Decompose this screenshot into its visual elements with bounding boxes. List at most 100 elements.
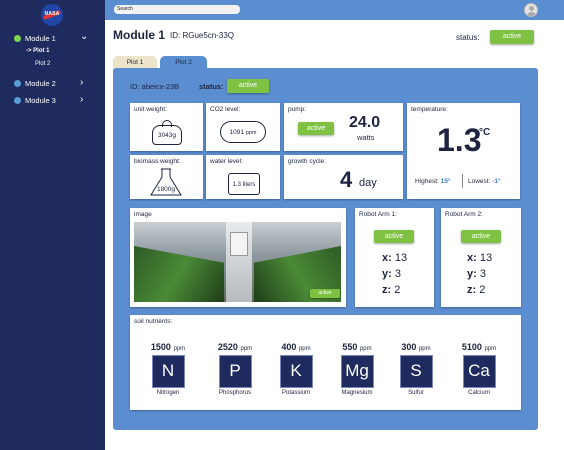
nutrient-symbol: Ca (462, 355, 496, 388)
card-label: unit weight: (134, 106, 167, 113)
nutrient-symbol: K (279, 355, 313, 388)
weight-icon: 3043g (152, 125, 182, 145)
arm-2-x: x: 13 (467, 252, 493, 264)
module-id: ID: RGue5cn-33Q (170, 31, 235, 40)
sidebar-item-module-2[interactable]: Module 2 (14, 79, 56, 88)
flask-icon: 1800g (149, 168, 183, 196)
arm-2-status-badge[interactable]: active (461, 230, 501, 243)
nutrient-value: 5100 ppm (461, 342, 497, 352)
temperature-lowest: Lowest: -1° (468, 178, 501, 185)
status-dot-icon (14, 80, 21, 87)
nasa-logo[interactable]: NASA (41, 4, 63, 26)
sidebar-item-label: Module 3 (25, 96, 56, 105)
nutrient-magnesium: 550 ppm Mg Magnesium (327, 342, 387, 396)
sidebar-subitem-plot-1[interactable]: -> Plot 1 (26, 48, 50, 54)
sidebar-subitem-plot-2[interactable]: Plot 2 (35, 61, 50, 67)
sidebar-item-label: Module 2 (25, 79, 56, 88)
robot-arm-2-card: Robot Arm 2: active x: 13 y: 3 z: 2 (441, 208, 521, 307)
nutrient-name: Sulfur (408, 390, 424, 396)
nutrient-name: Calcium (468, 390, 490, 396)
nutrient-symbol: N (151, 355, 185, 388)
unit-weight-unit: g (172, 132, 177, 139)
pump-status-badge[interactable]: active (298, 122, 334, 135)
plot-status-label: status: (199, 82, 224, 91)
nutrient-name: Phosphorus (218, 390, 252, 396)
card-label: CO2 level: (210, 106, 241, 113)
nutrient-value: 400 ppm (281, 342, 311, 352)
status-label: status: (456, 33, 480, 42)
temperature-highest: Highest: 15° (415, 178, 451, 185)
search-input[interactable]: Search (114, 5, 240, 14)
nutrient-potassium: 400 ppm K Potassium (266, 342, 326, 396)
divider (462, 174, 463, 188)
status-dot-icon (14, 35, 21, 42)
chevron-right-icon[interactable]: › (80, 77, 83, 88)
highest-label: Highest: (415, 178, 439, 185)
chevron-down-icon[interactable]: ⌄ (80, 31, 88, 42)
sidebar-item-label: Module 1 (25, 34, 56, 43)
nutrient-name: Potassium (281, 390, 310, 396)
nutrient-value: 1500 ppm (150, 342, 186, 352)
temperature-value: 1.3 (437, 122, 482, 158)
pump-card: pump: active 24.0 watts (284, 103, 403, 151)
pump-unit: watts (357, 133, 375, 142)
water-tank-icon: 1.3 liters (228, 173, 260, 195)
sidebar-item-module-3[interactable]: Module 3 (14, 96, 56, 105)
water-value: 1.3 (232, 182, 241, 188)
arm-1-y: y: 3 (382, 268, 401, 280)
card-label: biomass weight: (134, 158, 181, 165)
card-label: image (134, 211, 152, 218)
cloud-icon: 1091 ppm (220, 121, 266, 143)
card-label: soil nutrients: (134, 318, 173, 325)
biomass-unit: g (171, 186, 176, 193)
card-label: growth cycle: (288, 158, 326, 165)
sidebar-item-module-1[interactable]: Module 1 (14, 34, 56, 43)
pump-value: 24.0 (349, 114, 381, 131)
plot-id: ID: abeicx-23B (130, 82, 180, 91)
unit-weight-card: unit weight: 3043g (130, 103, 203, 151)
co2-value: 1091 (229, 129, 244, 136)
nutrient-name: Nitrogen (156, 390, 180, 396)
unit-weight-value: 3043 (157, 132, 173, 139)
robot-arm-1-card: Robot Arm 1: active x: 13 y: 3 z: 2 (355, 208, 434, 307)
co2-card: CO2 level: 1091 ppm (206, 103, 280, 151)
water-card: water level: 1.3 liters (206, 155, 280, 199)
arm-1-x: x: 13 (382, 252, 408, 264)
nutrient-value: 2520 ppm (217, 342, 253, 352)
growth-cycle-card: growth cycle: 4 day (284, 155, 403, 199)
module-status-badge[interactable]: active (490, 30, 534, 44)
biomass-value: 1800 (156, 186, 172, 193)
nutrient-phosphorus: 2520 ppm P Phosphorus (205, 342, 265, 396)
card-label: Robot Arm 1: (359, 211, 397, 218)
chevron-right-icon[interactable]: › (80, 94, 83, 105)
growth-value: 4 (340, 167, 353, 192)
sidebar: NASA Module 1 ⌄ -> Plot 1 Plot 2 Module … (0, 0, 105, 450)
page-title: Module 1 (113, 28, 166, 42)
temperature-unit: °C (479, 127, 491, 138)
status-dot-icon (14, 97, 21, 104)
arm-2-z: z: 2 (467, 284, 486, 296)
growth-unit: day (359, 177, 377, 189)
arm-1-status-badge[interactable]: active (374, 230, 414, 243)
highest-value: 15° (440, 178, 451, 185)
plot-status-badge[interactable]: active (227, 79, 269, 93)
user-avatar-icon[interactable] (524, 3, 538, 17)
nutrient-calcium: 5100 ppm Ca Calcium (449, 342, 509, 396)
nutrient-value: 300 ppm (401, 342, 431, 352)
arm-2-y: y: 3 (467, 268, 486, 280)
card-label: pump: (288, 106, 307, 113)
arm-1-z: z: 2 (382, 284, 401, 296)
nutrient-nitrogen: 1500 ppm N Nitrogen (138, 342, 198, 396)
camera-status-badge[interactable]: active (310, 289, 340, 298)
nutrient-symbol: Mg (340, 355, 374, 388)
lowest-label: Lowest: (468, 178, 491, 185)
logo-text: NASA (44, 11, 60, 17)
nutrient-symbol: S (399, 355, 433, 388)
card-label: temperature: (411, 106, 448, 113)
card-label: water level: (210, 158, 243, 165)
nutrient-value: 550 ppm (342, 342, 372, 352)
biomass-card: biomass weight: 1800g (130, 155, 203, 199)
card-label: Robot Arm 2: (445, 211, 483, 218)
nutrient-symbol: P (218, 355, 252, 388)
top-bar: Search (105, 0, 564, 20)
